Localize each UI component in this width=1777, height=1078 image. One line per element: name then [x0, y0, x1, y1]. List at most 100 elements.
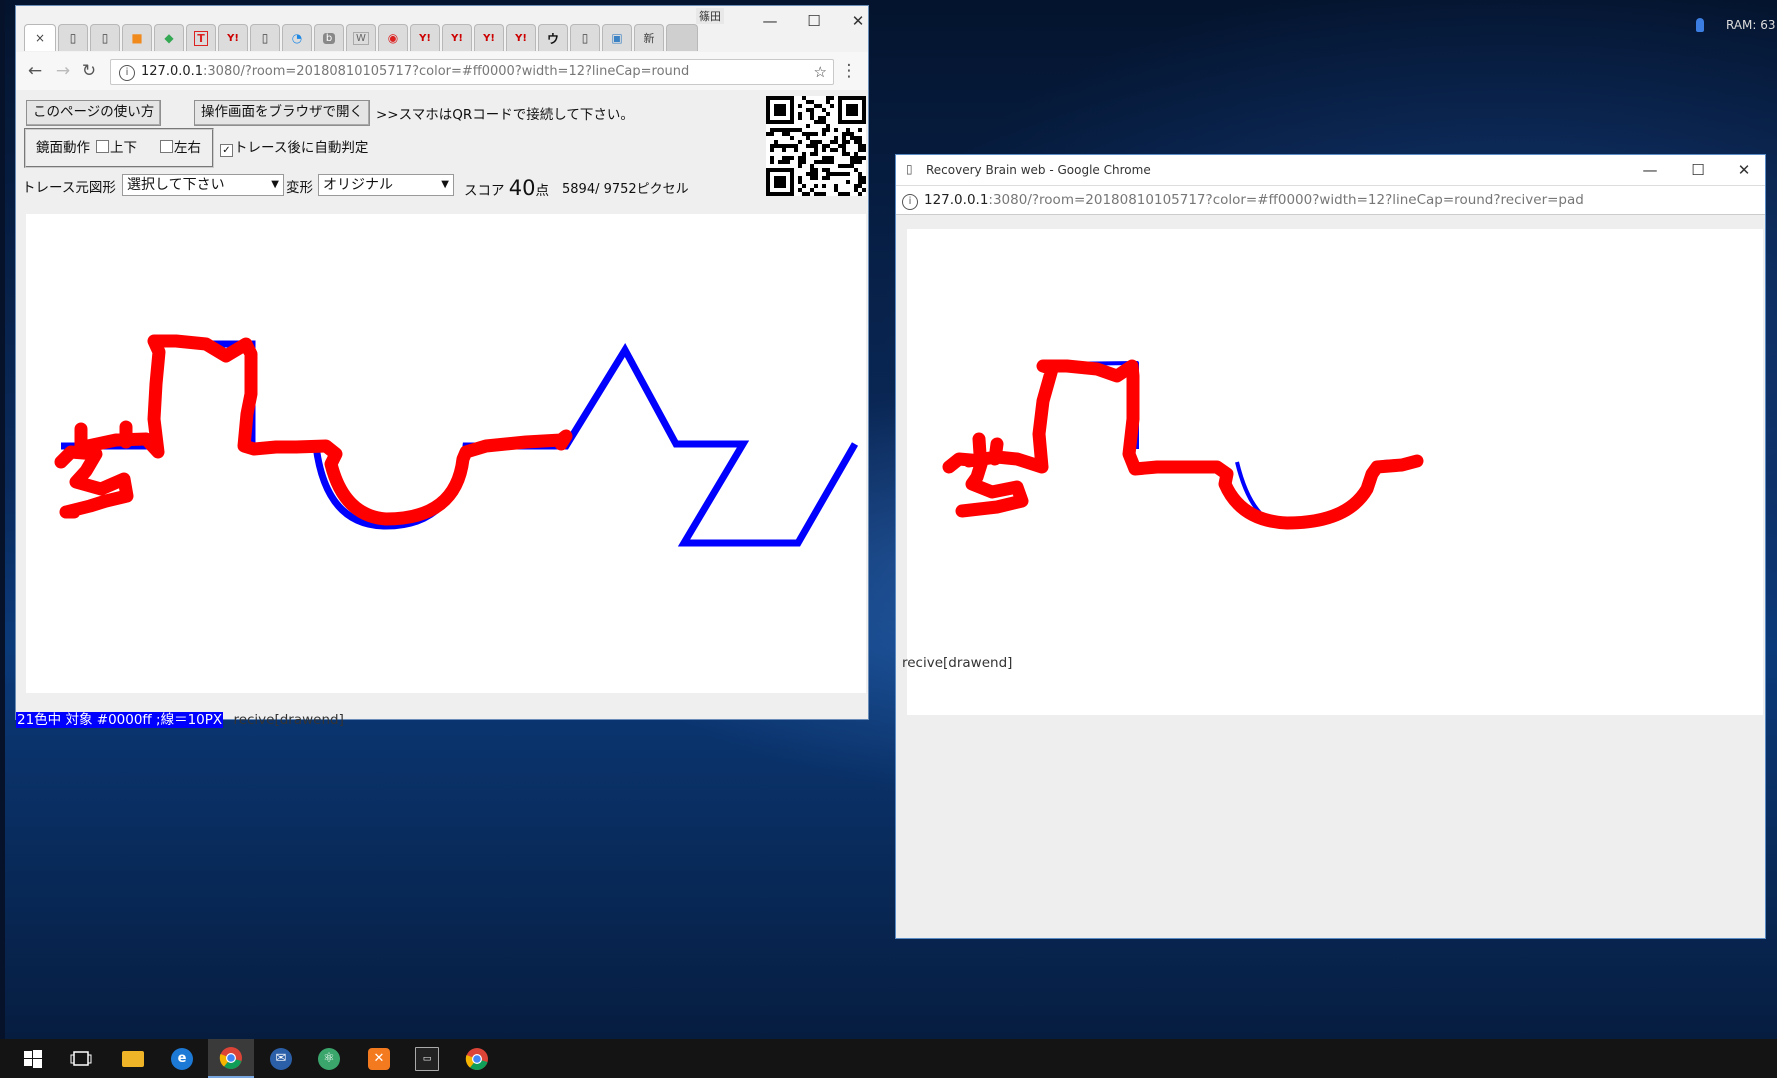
xampp-icon[interactable]: ✕ [356, 1039, 402, 1078]
target-shape [61, 340, 859, 547]
mail-icon[interactable]: ✉ [258, 1039, 304, 1078]
new-tab-button[interactable] [666, 24, 698, 51]
auto-judge-checkbox[interactable]: ✓ [220, 144, 233, 157]
trace-canvas[interactable] [26, 214, 866, 693]
tab-active[interactable]: × [24, 24, 56, 51]
pad-status: recive[drawend] [902, 655, 1013, 671]
tab-b-icon[interactable]: b [314, 24, 344, 51]
maximize-button[interactable]: ☐ [794, 10, 834, 32]
desktop-edge [0, 0, 5, 1039]
url-path: :3080/?room=20180810105717?color=#ff0000… [203, 64, 690, 79]
close-button[interactable]: ✕ [1724, 159, 1764, 181]
file-explorer-icon[interactable] [110, 1039, 156, 1078]
tab-strip: × ▯ ▯ ■ ◆ T Y! ▯ ◔ b W ◉ Y! Y! Y! Y! ウ ▯… [16, 6, 868, 52]
pad-url-bar[interactable]: i 127.0.0.1:3080/?room=20180810105717?col… [896, 186, 1765, 215]
dropdown-arrow-icon: ▼ [271, 179, 279, 190]
trace-source-label: トレース元図形 [22, 180, 116, 196]
howto-button[interactable]: このページの使い方 [26, 100, 162, 126]
minimize-button[interactable]: — [750, 10, 790, 32]
atom-icon[interactable]: ⚛ [306, 1039, 352, 1078]
trace-source-select[interactable]: 選択して下さい ▼ [122, 174, 284, 196]
minimize-button[interactable]: — [1630, 159, 1670, 181]
auto-judge-label: トレース後に自動判定 [234, 140, 369, 156]
pad-canvas[interactable] [907, 229, 1763, 715]
leftright-label: 左右 [174, 140, 201, 156]
dropdown-arrow-icon: ▼ [441, 179, 449, 190]
tab-new-icon[interactable]: 新 [634, 24, 664, 51]
close-button[interactable]: ✕ [838, 10, 878, 32]
forward-icon[interactable]: → [52, 60, 74, 82]
tab-close-icon[interactable]: × [35, 31, 45, 45]
back-icon[interactable]: ← [24, 60, 46, 82]
open-in-browser-button[interactable]: 操作画面をブラウザで開く [194, 100, 370, 126]
target-status: 21色中 対象 #0000ff ;線＝10PX [16, 712, 224, 728]
mirror-leftright[interactable]: 左右 [160, 136, 201, 156]
qr-code [766, 96, 866, 196]
transform-value: オリジナル [323, 177, 393, 193]
main-browser-window: × ▯ ▯ ■ ◆ T Y! ▯ ◔ b W ◉ Y! Y! Y! Y! ウ ▯… [16, 6, 868, 728]
tab-image-icon[interactable]: ▣ [602, 24, 632, 51]
address-bar: ← → ↻ i 127.0.0.1:3080/?room=201808101057… [16, 52, 868, 91]
tab-page-icon[interactable]: ▯ [90, 24, 120, 51]
trace-stroke [54, 334, 573, 526]
qr-hint: >>スマホはQRコードで接続して下さい。 [376, 107, 634, 123]
tab-yahoo-icon[interactable]: Y! [218, 24, 248, 51]
start-icon[interactable] [10, 1039, 56, 1078]
info-icon[interactable]: i [902, 194, 918, 210]
maximize-button[interactable]: ☐ [1678, 159, 1718, 181]
menu-icon[interactable]: ⋮ [838, 60, 860, 82]
mirror-label: 鏡面動作 [36, 140, 90, 156]
url-host: 127.0.0.1 [141, 64, 204, 79]
score-value: 40 [508, 176, 536, 200]
transform-select[interactable]: オリジナル ▼ [318, 174, 454, 196]
updown-checkbox[interactable] [96, 140, 109, 153]
tab-refresh-icon[interactable]: ◔ [282, 24, 312, 51]
terminal-icon[interactable]: ▭ [404, 1039, 450, 1078]
tab-w-icon[interactable]: W [346, 24, 376, 51]
pixel-count: 5894/ 9752ピクセル [562, 182, 689, 197]
leftright-checkbox[interactable] [160, 140, 173, 153]
tab-t-icon[interactable]: T [186, 24, 216, 51]
page-icon: ▯ [906, 162, 913, 176]
tab-page-icon[interactable]: ▯ [570, 24, 600, 51]
auto-judge[interactable]: ✓ トレース後に自動判定 [220, 136, 368, 157]
receive-status: recive[drawend] [233, 712, 344, 728]
score: スコア 40点 [464, 176, 549, 200]
taskbar: e ✉ ⚛ ✕ ▭ [0, 1039, 1777, 1078]
chrome-icon[interactable] [208, 1039, 254, 1078]
tab-box-icon[interactable]: ■ [122, 24, 152, 51]
status-line: 21色中 対象 #0000ff ;線＝10PX recive[drawend] [16, 708, 344, 728]
updown-label: 上下 [110, 140, 137, 156]
info-icon[interactable]: i [119, 65, 135, 81]
window-title: Recovery Brain web - Google Chrome [926, 163, 1151, 177]
pad-titlebar: ▯ Recovery Brain web - Google Chrome — ☐… [896, 155, 1765, 186]
page-content: このページの使い方 操作画面をブラウザで開く >>スマホはQRコードで接続して下… [16, 90, 868, 728]
tab-chat-icon[interactable]: ◉ [378, 24, 408, 51]
score-unit: 点 [535, 183, 550, 199]
task-view-icon[interactable] [58, 1039, 104, 1078]
edge-icon[interactable]: e [159, 1039, 205, 1078]
mirror-updown[interactable]: 上下 [96, 136, 137, 156]
tab-yahoo-icon[interactable]: Y! [410, 24, 440, 51]
pad-browser-window: ▯ Recovery Brain web - Google Chrome — ☐… [896, 155, 1765, 938]
score-label: スコア [464, 183, 505, 199]
url-path: :3080/?room=20180810105717?color=#ff0000… [988, 192, 1584, 208]
bookmark-star-icon[interactable]: ☆ [814, 60, 827, 84]
chrome-icon[interactable] [454, 1039, 500, 1078]
profile-badge[interactable]: 篠田 [696, 8, 724, 24]
tab-yahoo-icon[interactable]: Y! [474, 24, 504, 51]
tab-maps-icon[interactable]: ◆ [154, 24, 184, 51]
trace-stroke [942, 359, 1424, 530]
tab-page-icon[interactable]: ▯ [58, 24, 88, 51]
tab-u-icon[interactable]: ウ [538, 24, 568, 51]
tab-yahoo-icon[interactable]: Y! [506, 24, 536, 51]
rocket-icon[interactable] [1692, 16, 1708, 36]
reload-icon[interactable]: ↻ [78, 60, 100, 82]
url-field[interactable]: i 127.0.0.1:3080/?room=20180810105717?col… [110, 59, 834, 85]
transform-label: 変形 [286, 180, 313, 196]
trace-source-value: 選択して下さい [127, 177, 225, 193]
url-host: 127.0.0.1 [924, 192, 989, 208]
tab-page-icon[interactable]: ▯ [250, 24, 280, 51]
tab-yahoo-icon[interactable]: Y! [442, 24, 472, 51]
ram-indicator: RAM: 63 [1726, 18, 1776, 32]
